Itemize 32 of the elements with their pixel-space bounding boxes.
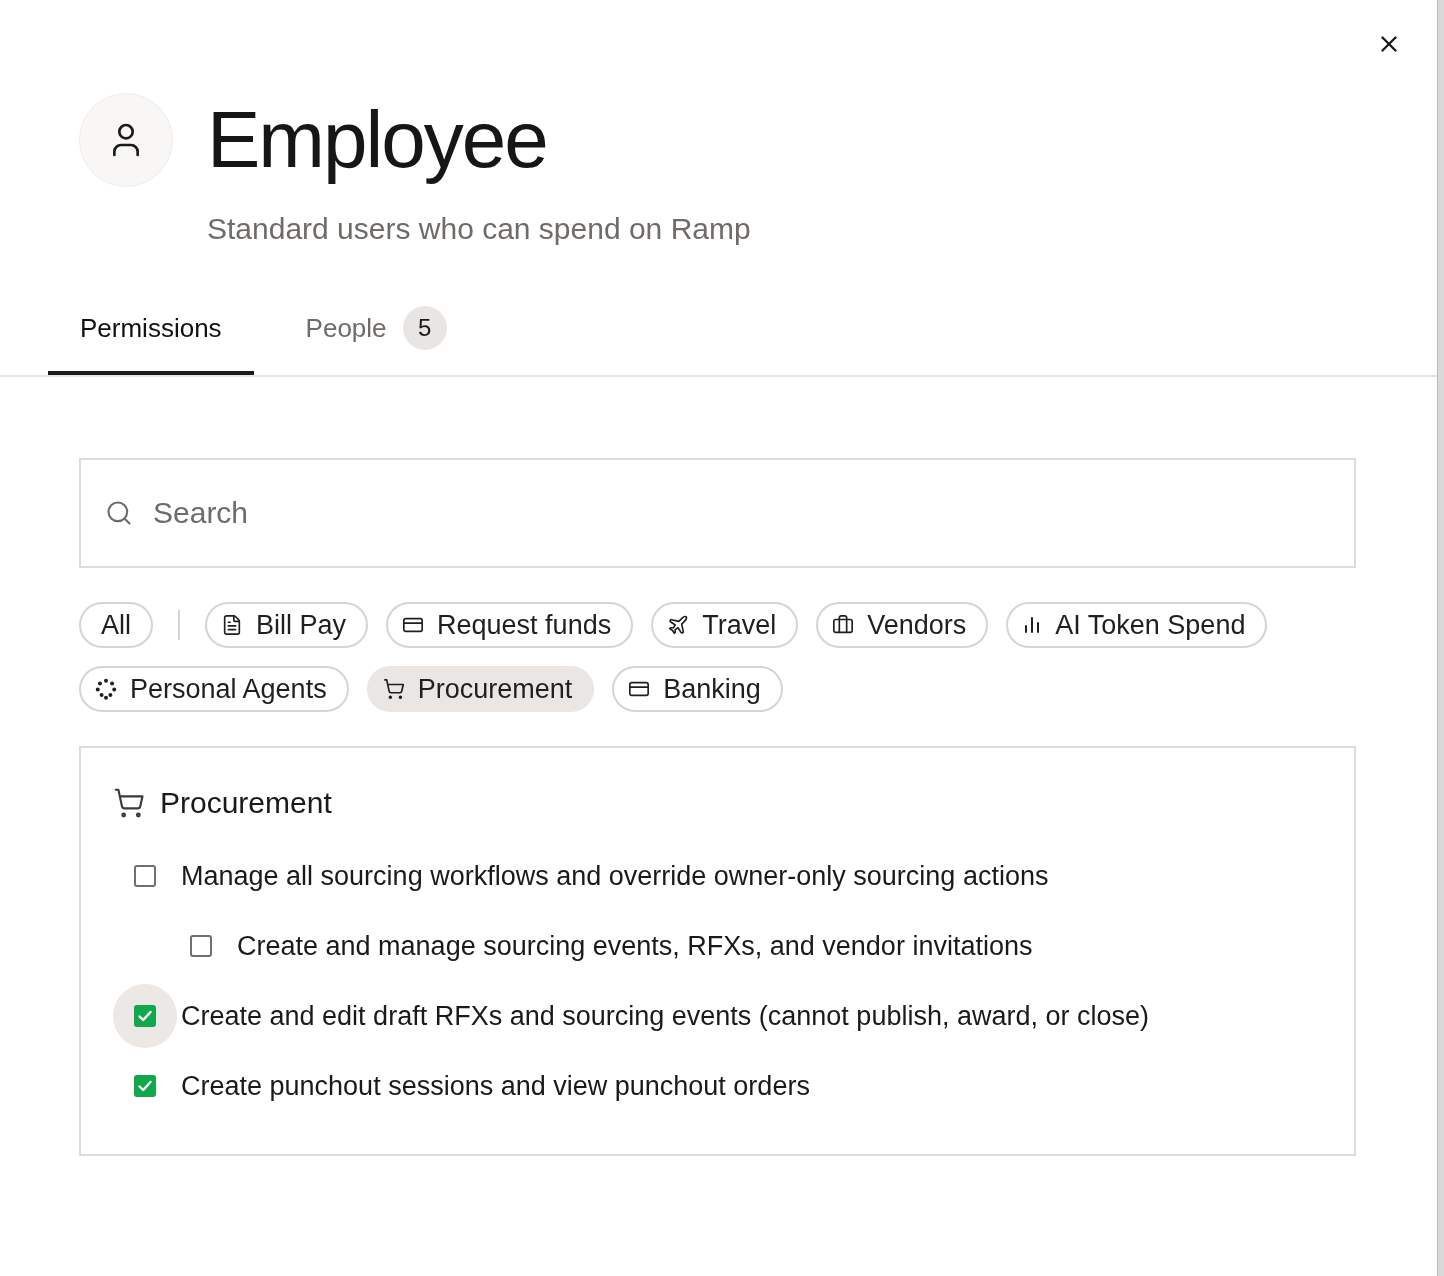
filter-chip[interactable]: Procurement xyxy=(366,666,595,712)
document-icon xyxy=(221,614,243,636)
permission-label: Manage all sourcing workflows and override owner-only sourcing actions xyxy=(181,860,1049,893)
permission-label: Create and manage sourcing events, RFXs, and vendor invitations xyxy=(237,930,1033,963)
checkbox[interactable] xyxy=(134,865,156,887)
briefcase-icon xyxy=(832,614,855,636)
checkbox[interactable] xyxy=(134,1075,156,1097)
filter-chip[interactable]: Banking xyxy=(612,666,783,712)
filter-chip[interactable]: Request funds xyxy=(386,602,634,648)
permission-label: Create punchout sessions and view punchout orders xyxy=(181,1070,810,1103)
tab[interactable]: Permissions xyxy=(48,291,254,375)
checkbox[interactable] xyxy=(134,1005,156,1027)
search-field[interactable]: Search xyxy=(79,458,1356,568)
search-icon xyxy=(105,499,133,527)
filter-chip[interactable]: All xyxy=(79,602,153,648)
filter-chip[interactable]: Vendors xyxy=(816,602,989,648)
filter-chip[interactable]: Travel xyxy=(651,602,799,648)
dots-icon xyxy=(95,678,117,700)
filter-chip[interactable]: Personal Agents xyxy=(79,666,349,712)
checkbox[interactable] xyxy=(190,935,212,957)
filter-chip[interactable]: AI Token Spend xyxy=(1006,602,1268,648)
permission-label: Create and edit draft RFXs and sourcing events (cannot publish, award, or close) xyxy=(181,1000,1149,1033)
checkmark-icon xyxy=(137,1008,153,1024)
cart-icon xyxy=(113,787,145,819)
cart-icon xyxy=(382,678,405,700)
role-description: Standard users who can spend on Ramp xyxy=(207,211,751,247)
checkmark-icon xyxy=(137,1078,153,1094)
section-title: Procurement xyxy=(160,785,332,821)
airplane-icon xyxy=(667,614,690,636)
tab[interactable]: People 5 xyxy=(273,291,479,375)
count-badge: 5 xyxy=(402,306,447,350)
filter-chip[interactable]: Bill Pay xyxy=(205,602,369,648)
